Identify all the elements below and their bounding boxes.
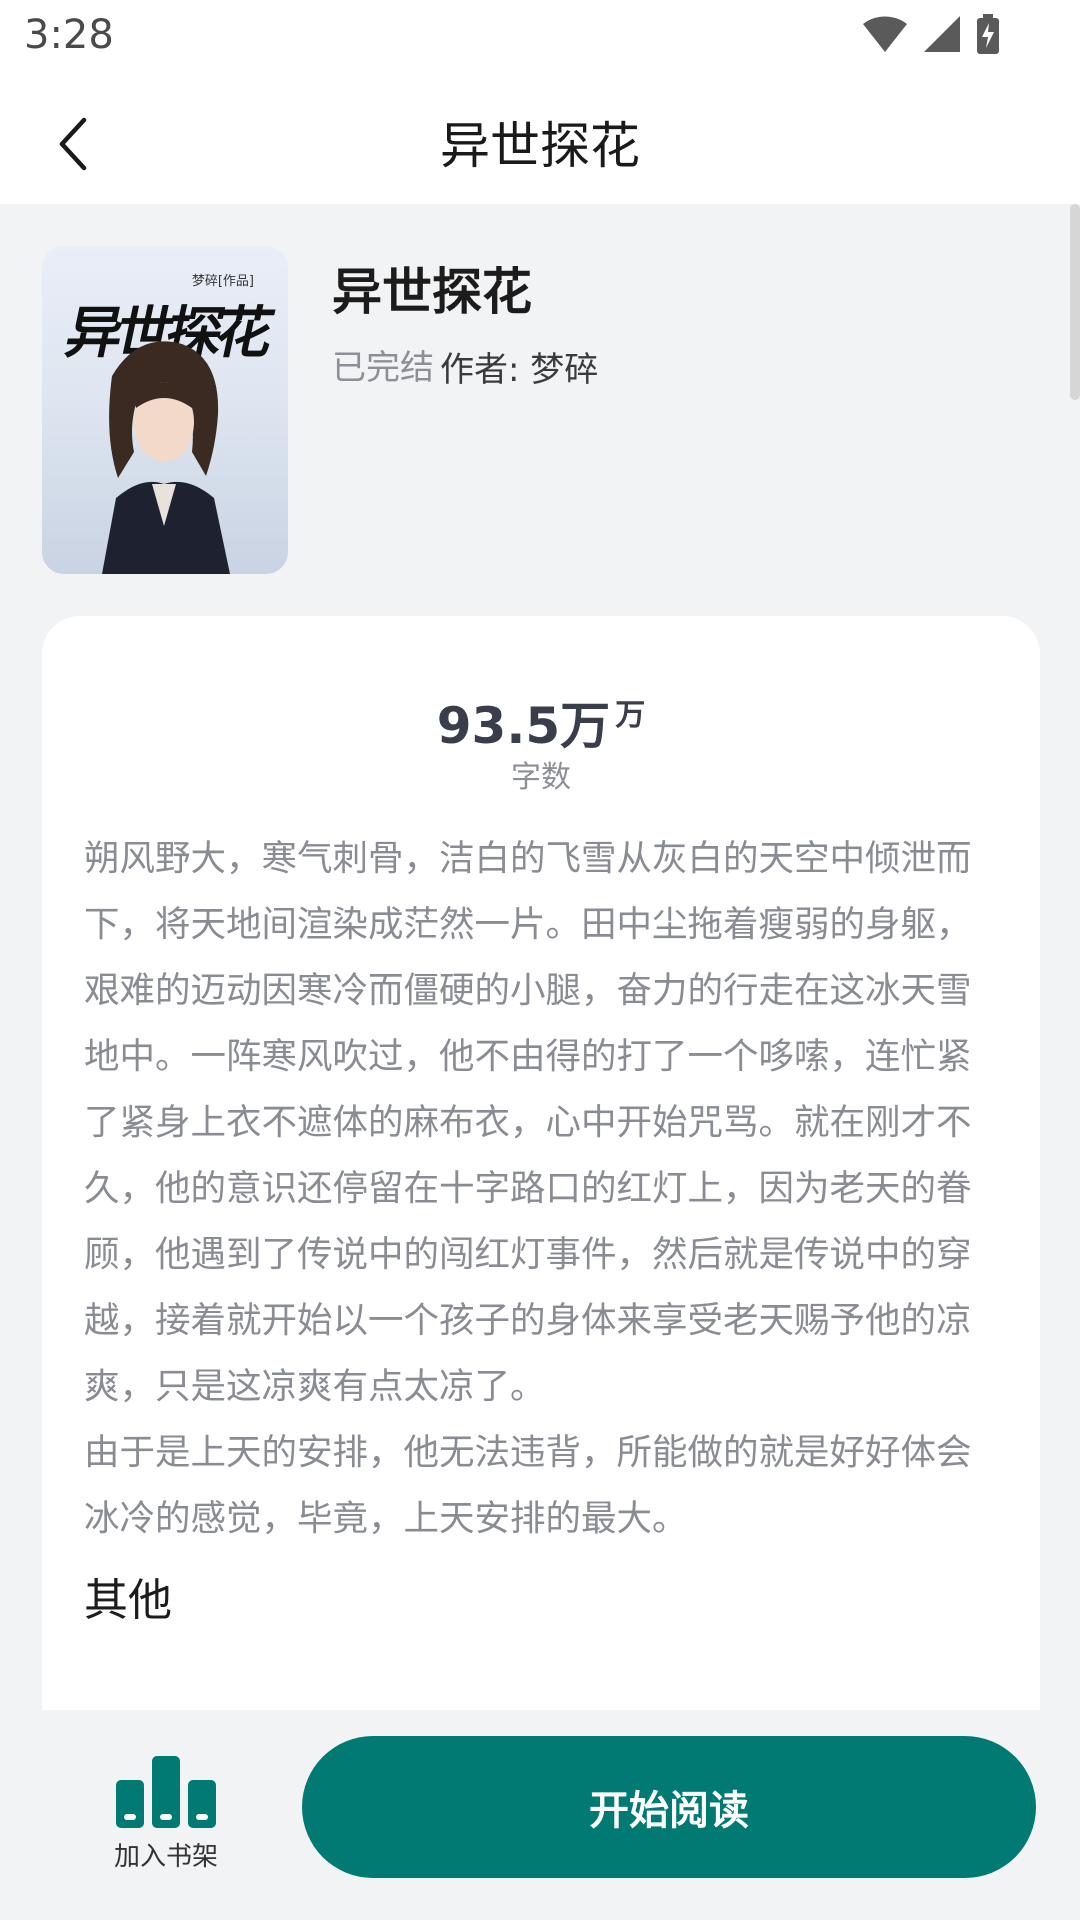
book-info-card: 93.5万 万 字数 朔风野大，寒气刺骨，洁白的飞雪从灰白的天空中倾泄而下，将天… bbox=[42, 616, 1040, 1710]
add-to-bookshelf-label: 加入书架 bbox=[113, 1842, 218, 1872]
bookshelf-icon bbox=[116, 1756, 216, 1828]
book-author[interactable]: 作者: 梦碎 bbox=[440, 342, 598, 391]
battery-charging-icon bbox=[977, 14, 999, 54]
cover-figure-illustration bbox=[102, 341, 230, 574]
app-bar: 异世探花 bbox=[0, 76, 1080, 204]
word-count-label: 字数 bbox=[511, 760, 571, 795]
status-time: 3:28 bbox=[24, 12, 114, 58]
word-count-unit: 万 bbox=[615, 698, 646, 733]
book-cover[interactable]: 梦碎[作品] 异世探花 bbox=[42, 246, 288, 574]
word-count-display: 93.5万 万 bbox=[42, 686, 1040, 758]
book-title: 异世探花 bbox=[332, 263, 532, 321]
synopsis-paragraph: 由于是上天的安排，他无法违背，所能做的就是好好体会冰冷的感觉，毕竟，上天安排的最… bbox=[84, 1432, 972, 1539]
start-reading-button[interactable]: 开始阅读 bbox=[302, 1736, 1036, 1878]
book-detail-content[interactable]: 梦碎[作品] 异世探花 异世探花 已完结 作者: 梦碎 93.5万 万 字数 朔… bbox=[0, 204, 1080, 1710]
completion-status: 已完结 bbox=[332, 348, 434, 388]
status-icons bbox=[862, 14, 1000, 54]
status-bar: 3:28 bbox=[0, 0, 1080, 76]
synopsis-paragraph: 朔风野大，寒气刺骨，洁白的飞雪从灰白的天空中倾泄而下，将天地间渲染成茫然一片。田… bbox=[84, 838, 972, 1407]
wifi-icon bbox=[863, 16, 907, 52]
cellular-signal-icon bbox=[924, 16, 960, 52]
word-count-value: 93.5万 bbox=[436, 697, 611, 755]
scrollbar-thumb[interactable] bbox=[1070, 204, 1080, 400]
bottom-action-bar: 加入书架 开始阅读 bbox=[0, 1710, 1080, 1920]
synopsis: 朔风野大，寒气刺骨，洁白的飞雪从灰白的天空中倾泄而下，将天地间渲染成茫然一片。田… bbox=[84, 826, 984, 1552]
other-section-title: 其他 bbox=[84, 1575, 172, 1626]
page-title: 异世探花 bbox=[440, 117, 640, 175]
add-to-bookshelf-button[interactable]: 加入书架 bbox=[96, 1736, 236, 1872]
